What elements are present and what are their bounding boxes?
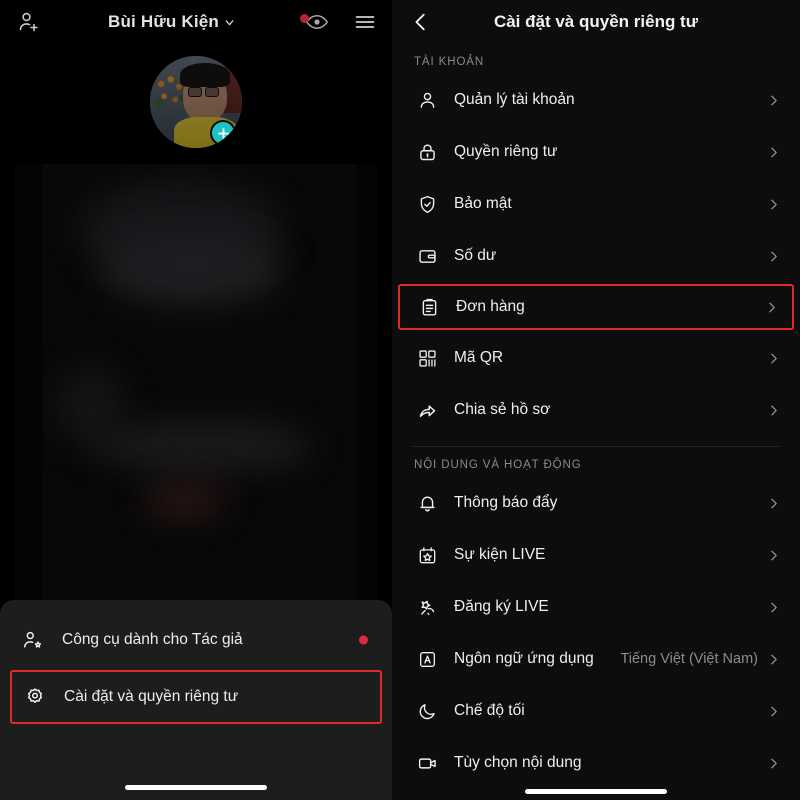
settings-row-dark-mode[interactable]: Chế độ tối: [392, 685, 800, 737]
profile-notification-dot: [300, 14, 309, 23]
settings-row-label: Chia sẻ hồ sơ: [454, 401, 551, 418]
chevron-right-icon: [766, 705, 780, 718]
screen-root: Bùi Hữu Kiện Công cụ dành cho Tác giả Cà…: [0, 0, 800, 800]
language-a-icon: [414, 649, 440, 670]
add-user-icon[interactable]: [14, 7, 44, 37]
settings-row-label: Đơn hàng: [456, 298, 525, 315]
settings-row-security[interactable]: Bảo mật: [392, 178, 800, 230]
chevron-right-icon: [764, 301, 778, 314]
section-label-content-activity: NỘI DUNG VÀ HOẠT ĐỘNG: [414, 459, 582, 471]
clipboard-icon: [416, 297, 442, 318]
live-star-icon: [414, 597, 440, 618]
lock-icon: [414, 142, 440, 163]
settings-row-label: Đăng ký LIVE: [454, 598, 549, 615]
chevron-right-icon: [766, 198, 780, 211]
hamburger-menu-icon[interactable]: [352, 9, 378, 35]
home-indicator: [525, 789, 667, 794]
settings-row-push-notifications[interactable]: Thông báo đẩy: [392, 477, 800, 529]
settings-row-live-events[interactable]: Sự kiện LIVE: [392, 529, 800, 581]
avatar[interactable]: [150, 56, 242, 148]
avatar-zone: [0, 44, 392, 164]
settings-row-label: Chế độ tối: [454, 702, 525, 719]
settings-row-label: Thông báo đẩy: [454, 494, 558, 511]
page-title: Cài đặt và quyền riêng tư: [493, 12, 699, 31]
gear-icon: [24, 686, 50, 708]
chevron-left-icon[interactable]: [408, 9, 434, 35]
settings-row-label: Sự kiện LIVE: [454, 546, 546, 563]
video-camera-icon: [414, 753, 440, 774]
sheet-item-label: Công cụ dành cho Tác giả: [62, 631, 243, 648]
section-label-account: TÀI KHOẢN: [414, 56, 485, 68]
settings-row-label: Bảo mật: [454, 195, 512, 212]
settings-row-label: Số dư: [454, 247, 497, 264]
chevron-right-icon: [766, 404, 780, 417]
profile-name-button[interactable]: Bùi Hữu Kiện: [44, 12, 309, 32]
settings-row-balance[interactable]: Số dư: [392, 230, 800, 282]
settings-row-manage-account[interactable]: Quản lý tài khoản: [392, 74, 800, 126]
settings-header: Cài đặt và quyền riêng tư: [392, 0, 800, 44]
profile-bottom-sheet: Công cụ dành cho Tác giả Cài đặt và quyề…: [0, 600, 392, 800]
sheet-item-settings-privacy[interactable]: Cài đặt và quyền riêng tư: [10, 670, 382, 724]
chevron-right-icon: [766, 497, 780, 510]
chevron-right-icon: [766, 94, 780, 107]
chevron-right-icon: [766, 653, 780, 666]
settings-row-label: Ngôn ngữ ứng dụng: [454, 650, 594, 667]
moon-icon: [414, 701, 440, 722]
calendar-star-icon: [414, 545, 440, 566]
settings-row-label: Tùy chọn nội dung: [454, 754, 582, 771]
sheet-item-creator-tools[interactable]: Công cụ dành cho Tác giả: [0, 614, 392, 666]
settings-row-share-profile[interactable]: Chia sẻ hồ sơ: [392, 384, 800, 436]
settings-panel: Cài đặt và quyền riêng tư TÀI KHOẢN Quản…: [392, 0, 800, 800]
plus-icon[interactable]: [210, 120, 236, 146]
sheet-item-label: Cài đặt và quyền riêng tư: [64, 688, 239, 705]
qr-code-icon: [414, 348, 440, 369]
eye-icon[interactable]: [304, 9, 330, 35]
settings-row-label: Quản lý tài khoản: [454, 91, 575, 108]
chevron-right-icon: [766, 757, 780, 770]
home-indicator: [125, 785, 267, 790]
chevron-right-icon: [766, 601, 780, 614]
profile-name: Bùi Hữu Kiện: [107, 12, 220, 31]
settings-row-orders[interactable]: Đơn hàng: [398, 284, 794, 330]
profile-header: Bùi Hữu Kiện: [0, 0, 392, 44]
settings-row-live-subscription[interactable]: Đăng ký LIVE: [392, 581, 800, 633]
person-icon: [414, 90, 440, 111]
creator-tools-badge-dot: [359, 635, 368, 645]
chevron-right-icon: [766, 549, 780, 562]
settings-row-app-language[interactable]: Ngôn ngữ ứng dụng Tiếng Việt (Việt Nam): [392, 633, 800, 685]
settings-row-label: Quyền riêng tư: [454, 143, 558, 160]
settings-row-privacy[interactable]: Quyền riêng tư: [392, 126, 800, 178]
settings-row-content-preferences[interactable]: Tùy chọn nội dung: [392, 737, 800, 789]
bell-icon: [414, 493, 440, 514]
chevron-right-icon: [766, 250, 780, 263]
settings-row-label: Mã QR: [454, 349, 504, 366]
share-arrow-icon: [414, 400, 440, 421]
app-language-value: Tiếng Việt (Việt Nam): [620, 651, 758, 667]
wallet-icon: [414, 246, 440, 267]
dimmed-content-area: [14, 164, 378, 606]
profile-panel: Bùi Hữu Kiện Công cụ dành cho Tác giả Cà…: [0, 0, 392, 800]
profile-header-actions: [304, 9, 378, 35]
settings-row-qr-code[interactable]: Mã QR: [392, 332, 800, 384]
chevron-right-icon: [766, 352, 780, 365]
creator-tools-icon: [22, 629, 48, 651]
chevron-down-icon: [222, 15, 236, 29]
chevron-right-icon: [766, 146, 780, 159]
shield-check-icon: [414, 194, 440, 215]
